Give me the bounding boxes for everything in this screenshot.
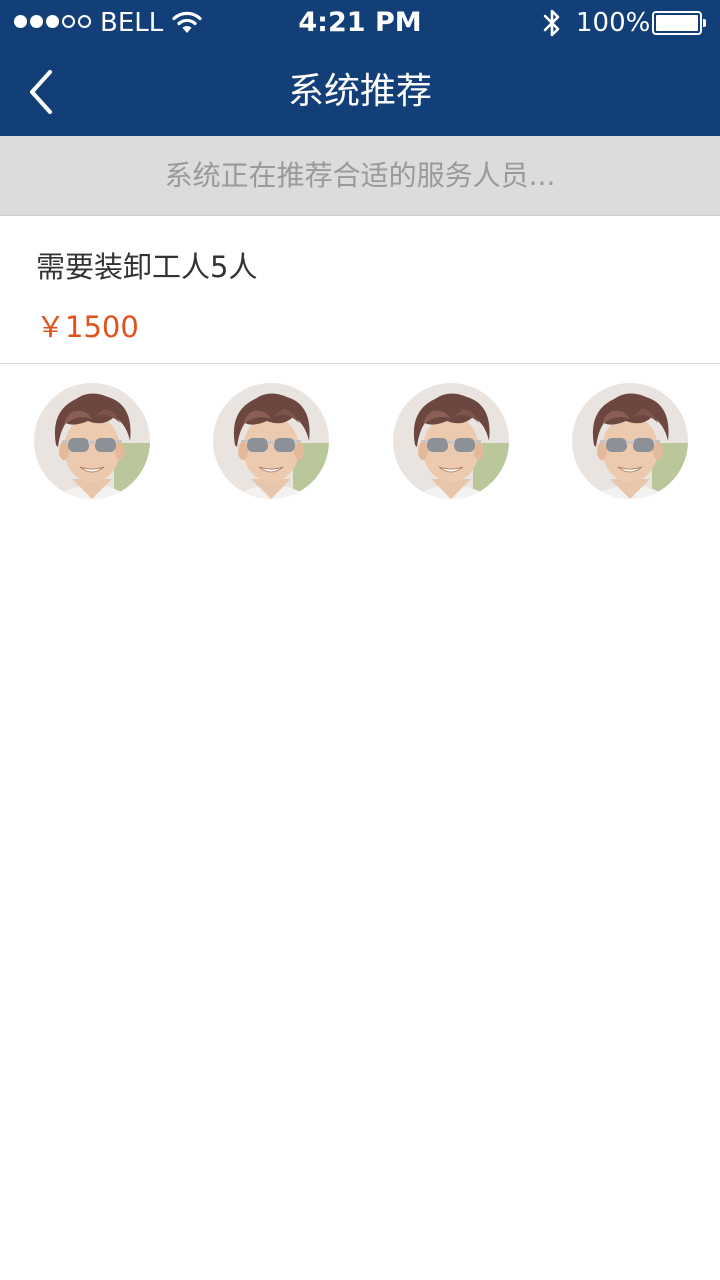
person-portrait-icon xyxy=(34,383,150,499)
person-portrait-icon xyxy=(213,383,329,499)
order-card: 需要装卸工人5人 ￥1500 xyxy=(0,216,720,364)
worker-avatar-2[interactable] xyxy=(213,383,329,499)
battery-level-fill xyxy=(656,15,698,31)
order-price: ￥1500 xyxy=(36,310,139,344)
screen: BELL 4:21 PM 100% 系统推荐 系统正在推荐合适的服务人员... … xyxy=(0,0,720,1280)
status-bar: BELL 4:21 PM 100% xyxy=(0,0,720,46)
recommending-status-banner: 系统正在推荐合适的服务人员... xyxy=(0,136,720,216)
navigation-bar: 系统推荐 xyxy=(0,46,720,136)
page-title: 系统推荐 xyxy=(287,71,432,112)
person-portrait-icon xyxy=(572,383,688,499)
worker-avatar-4[interactable] xyxy=(572,383,688,499)
person-portrait-icon xyxy=(393,383,509,499)
banner-text: 系统正在推荐合适的服务人员... xyxy=(164,159,556,192)
battery-icon xyxy=(652,11,706,35)
bluetooth-icon xyxy=(541,8,563,38)
header: BELL 4:21 PM 100% 系统推荐 xyxy=(0,0,720,136)
worker-avatar-3[interactable] xyxy=(393,383,509,499)
order-title: 需要装卸工人5人 xyxy=(36,250,258,284)
worker-avatar-1[interactable] xyxy=(34,383,150,499)
battery-percentage: 100% xyxy=(576,8,651,38)
recommended-workers-list xyxy=(0,383,720,501)
